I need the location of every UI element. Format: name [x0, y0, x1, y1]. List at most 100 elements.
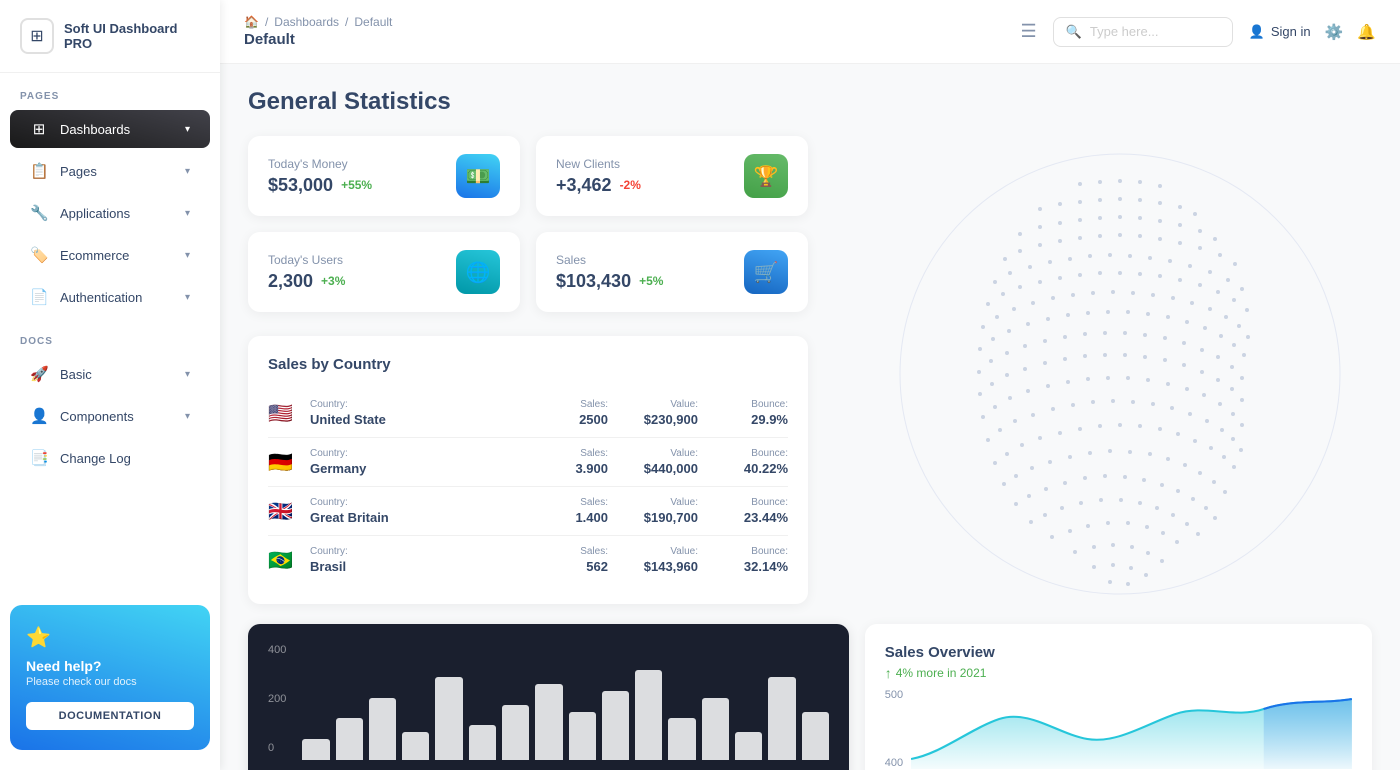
- chart-bar: [668, 718, 695, 760]
- chart-bar: [802, 712, 829, 760]
- stat-clients-change: -2%: [620, 178, 641, 192]
- topbar-right: ☰ 🔍 👤 Sign in ⚙️ 🔔: [1021, 17, 1376, 47]
- ecommerce-chevron: ▾: [185, 250, 190, 261]
- stat-users-info: Today's Users 2,300 +3%: [268, 253, 345, 292]
- sidebar-item-changelog[interactable]: 📑 Change Log: [10, 439, 210, 477]
- sidebar: ⊞ Soft UI Dashboard PRO PAGES ⊞ Dashboar…: [0, 0, 220, 770]
- main-content: 🏠 / Dashboards / Default Default ☰ 🔍 👤 S…: [220, 0, 1400, 770]
- chart-bar: [735, 732, 762, 760]
- stat-money-label: Today's Money: [268, 157, 372, 171]
- overview-chart-area: [911, 689, 1352, 769]
- globe-decoration: [820, 124, 1400, 624]
- applications-icon: 🔧: [30, 204, 48, 222]
- chart-bar: [369, 698, 396, 760]
- notification-icon[interactable]: 🔔: [1357, 23, 1376, 41]
- hamburger-icon[interactable]: ☰: [1021, 21, 1037, 42]
- sign-in-label: Sign in: [1271, 24, 1311, 39]
- documentation-button[interactable]: DOCUMENTATION: [26, 702, 194, 730]
- country-row-br: 🇧🇷 Country: Brasil Sales: 562 Value: $14…: [268, 536, 788, 584]
- country-row-gb: 🇬🇧 Country: Great Britain Sales: 1.400 V…: [268, 487, 788, 536]
- stat-users-change: +3%: [321, 274, 345, 288]
- applications-chevron: ▾: [185, 208, 190, 219]
- overview-trend-icon: ↑: [885, 665, 892, 681]
- breadcrumb-current: Default: [354, 15, 392, 29]
- stat-money-info: Today's Money $53,000 +55%: [268, 157, 372, 196]
- value-us: $230,900: [618, 412, 698, 427]
- country-row-de: 🇩🇪 Country: Germany Sales: 3.900 Value: …: [268, 438, 788, 487]
- chart-bar: [702, 698, 729, 760]
- chart-bars: [302, 660, 828, 760]
- country-name-us: United State: [310, 412, 518, 427]
- value-de: $440,000: [618, 461, 698, 476]
- topbar: 🏠 / Dashboards / Default Default ☰ 🔍 👤 S…: [220, 0, 1400, 64]
- chart-bar: [502, 705, 529, 760]
- sidebar-item-pages[interactable]: 📋 Pages ▾: [10, 152, 210, 190]
- ecommerce-label: Ecommerce: [60, 248, 129, 263]
- chart-bars-container: [302, 644, 828, 760]
- stat-sales-label: Sales: [556, 253, 663, 267]
- sign-in-button[interactable]: 👤 Sign in: [1249, 24, 1311, 40]
- sidebar-item-ecommerce[interactable]: 🏷️ Ecommerce ▾: [10, 236, 210, 274]
- logo-icon: ⊞: [20, 18, 54, 54]
- stat-money-icon: 💵: [456, 154, 500, 198]
- basic-label: Basic: [60, 367, 92, 382]
- stat-card-money: Today's Money $53,000 +55% 💵: [248, 136, 520, 216]
- stat-sales-change: +5%: [639, 274, 663, 288]
- applications-label: Applications: [60, 206, 130, 221]
- authentication-chevron: ▾: [185, 292, 190, 303]
- chart-bar: [469, 725, 496, 760]
- chart-bar: [302, 739, 329, 760]
- stat-sales-value: $103,430 +5%: [556, 271, 663, 292]
- bounce-de: 40.22%: [708, 461, 788, 476]
- content-area: General Statistics Today's Money $53,000…: [220, 64, 1400, 770]
- country-row-us: 🇺🇸 Country: United State Sales: 2500 Val…: [268, 389, 788, 438]
- logo-text: Soft UI Dashboard PRO: [64, 21, 200, 51]
- stat-clients-label: New Clients: [556, 157, 641, 171]
- main-section-title: General Statistics: [248, 88, 1372, 116]
- components-icon: 👤: [30, 407, 48, 425]
- overview-sub: ↑ 4% more in 2021: [885, 665, 1352, 681]
- stat-clients-value: +3,462 -2%: [556, 175, 641, 196]
- sales-overview-card: Sales Overview ↑ 4% more in 2021 500 400: [865, 624, 1372, 770]
- sidebar-item-applications[interactable]: 🔧 Applications ▾: [10, 194, 210, 232]
- bottom-charts-row: 400 200 0 Sales Overview ↑ 4% more in 20…: [248, 624, 1372, 770]
- pages-label: Pages: [60, 164, 97, 179]
- help-title: Need help?: [26, 658, 194, 674]
- basic-icon: 🚀: [30, 365, 48, 383]
- bounce-gb: 23.44%: [708, 510, 788, 525]
- settings-icon[interactable]: ⚙️: [1325, 23, 1344, 41]
- components-chevron: ▾: [185, 411, 190, 422]
- authentication-icon: 📄: [30, 288, 48, 306]
- sales-country-title: Sales by Country: [268, 356, 788, 373]
- overview-y-labels: 500 400: [885, 689, 903, 769]
- chart-header: 400 200 0: [268, 644, 829, 760]
- sales-de: 3.900: [528, 461, 608, 476]
- search-input[interactable]: [1090, 24, 1210, 39]
- help-card: ⭐ Need help? Please check our docs DOCUM…: [10, 605, 210, 750]
- flag-us: 🇺🇸: [268, 401, 300, 426]
- stat-users-icon: 🌐: [456, 250, 500, 294]
- sales-by-country-section: Sales by Country 🇺🇸 Country: United Stat…: [248, 336, 808, 604]
- pages-icon: 📋: [30, 162, 48, 180]
- stat-money-value: $53,000 +55%: [268, 175, 372, 196]
- sidebar-item-dashboards[interactable]: ⊞ Dashboards ▾: [10, 110, 210, 148]
- bounce-br: 32.14%: [708, 559, 788, 574]
- country-name-gb: Great Britain: [310, 510, 518, 525]
- chart-bar: [535, 684, 562, 760]
- sales-gb: 1.400: [528, 510, 608, 525]
- sidebar-item-authentication[interactable]: 📄 Authentication ▾: [10, 278, 210, 316]
- sidebar-item-components[interactable]: 👤 Components ▾: [10, 397, 210, 435]
- stat-clients-info: New Clients +3,462 -2%: [556, 157, 641, 196]
- docs-section-label: DOCS: [0, 318, 220, 353]
- chart-bar: [435, 677, 462, 760]
- chart-bar: [768, 677, 795, 760]
- sidebar-item-basic[interactable]: 🚀 Basic ▾: [10, 355, 210, 393]
- stat-card-sales: Sales $103,430 +5% 🛒: [536, 232, 808, 312]
- value-br: $143,960: [618, 559, 698, 574]
- bounce-us: 29.9%: [708, 412, 788, 427]
- search-icon: 🔍: [1066, 24, 1082, 40]
- search-box: 🔍: [1053, 17, 1233, 47]
- stat-card-users: Today's Users 2,300 +3% 🌐: [248, 232, 520, 312]
- home-icon: 🏠: [244, 15, 259, 29]
- dashboards-label: Dashboards: [60, 122, 130, 137]
